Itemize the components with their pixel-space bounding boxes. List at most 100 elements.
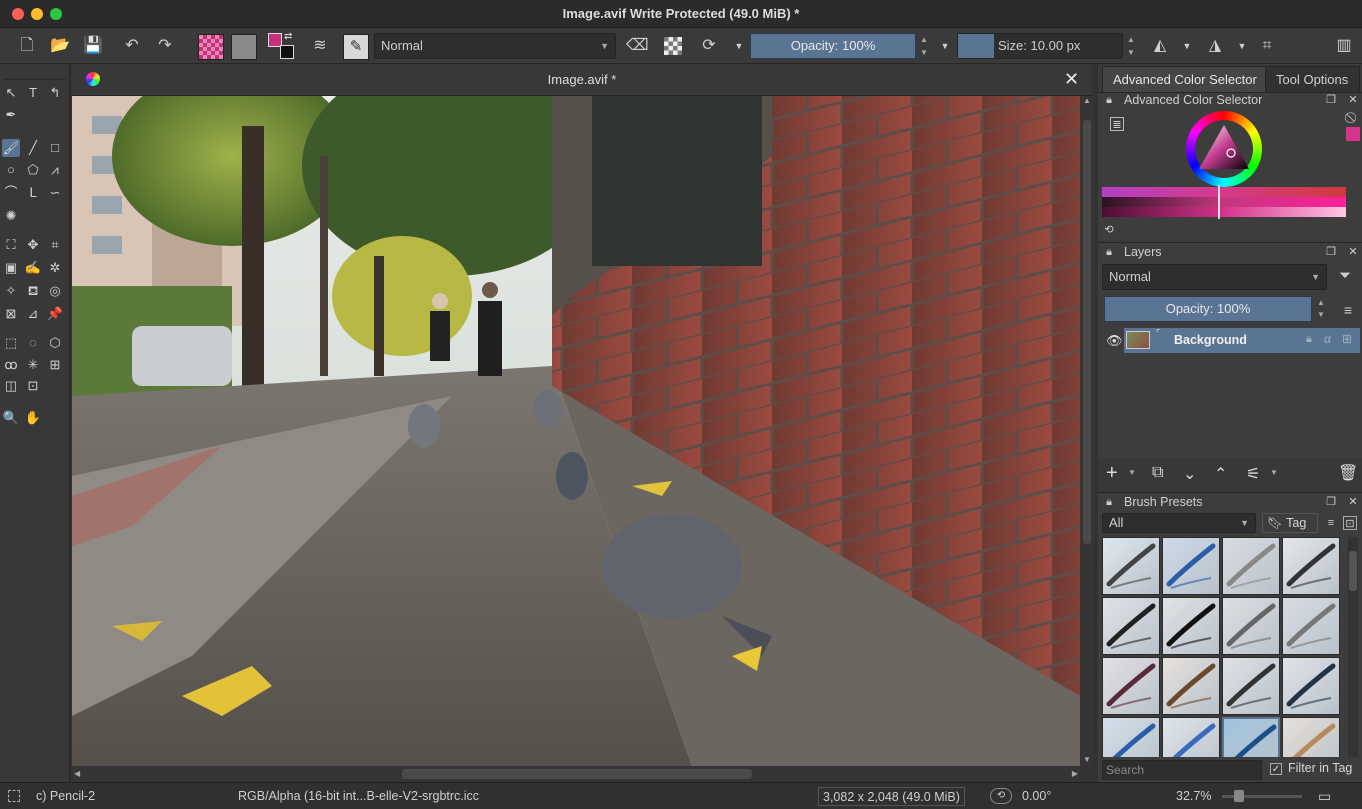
rotation-value[interactable]: 0.00° [1022, 783, 1051, 809]
line-tool-icon[interactable]: ╱ [24, 139, 42, 157]
brush-preset-tile[interactable] [1162, 717, 1220, 757]
move-layer-up-icon[interactable]: ⌃ [1214, 464, 1227, 484]
assistant-guides-icon[interactable]: ⊠ [2, 305, 20, 323]
horizontal-scrollbar[interactable]: ◀ ▶ [72, 766, 1080, 782]
zoom-value[interactable]: 32.7% [1176, 783, 1211, 809]
zoom-tool-icon[interactable]: 🔍 [2, 409, 20, 427]
image-canvas[interactable] [72, 96, 1080, 766]
brush-preset-tile[interactable] [1282, 537, 1340, 595]
brush-preset-tile[interactable] [1102, 717, 1160, 757]
size-up-icon[interactable]: ▲ [1125, 35, 1137, 44]
chevron-down-icon[interactable]: ▼ [1231, 35, 1253, 57]
fill-tool-icon[interactable]: ⛾ [24, 282, 42, 300]
vertical-scroll-thumb[interactable] [1083, 120, 1091, 544]
vertical-scrollbar[interactable]: ▲ ▼ [1080, 96, 1094, 766]
brush-preset-tile[interactable] [1222, 657, 1280, 715]
swap-colors-icon[interactable]: ⇄ [284, 31, 292, 42]
polygon-tool-icon[interactable]: ⬠ [24, 161, 42, 179]
scroll-right-icon[interactable]: ▶ [1072, 769, 1078, 778]
rect-select-icon[interactable]: ⬚ [2, 334, 20, 352]
hue-ring[interactable] [1186, 111, 1262, 187]
brush-preset-tile[interactable] [1102, 597, 1160, 655]
polyline-tool-icon[interactable]: ⩘ [46, 161, 64, 179]
brush-search-input[interactable]: Search [1102, 760, 1262, 780]
brush-preset-tile[interactable] [1282, 657, 1340, 715]
layer-options-icon[interactable]: ≡ [1341, 303, 1355, 317]
float-panel-icon[interactable]: ❐ [1324, 93, 1338, 107]
image-dimensions-label[interactable]: 3,082 x 2,048 (49.0 MiB) [818, 787, 965, 806]
brush-preset-tile[interactable] [1222, 717, 1280, 757]
value-slider-bar[interactable] [1102, 207, 1346, 217]
measure-tool-icon[interactable]: ⊿ [24, 305, 42, 323]
contiguous-select-icon[interactable]: ✳ [24, 356, 42, 374]
selection-status-icon[interactable] [8, 790, 20, 802]
chevron-down-icon[interactable]: ▼ [1270, 468, 1278, 477]
bezier-select-icon[interactable]: ◫ [2, 377, 20, 395]
scroll-left-icon[interactable]: ◀ [74, 769, 80, 778]
float-panel-icon[interactable]: ❐ [1324, 245, 1338, 259]
filter-in-tag-checkbox[interactable]: ✓ [1270, 763, 1282, 775]
fullscreen-icon[interactable]: ▭ [1318, 783, 1331, 809]
opacity-down-icon[interactable]: ▼ [918, 48, 930, 57]
open-folder-icon[interactable]: 📂 [49, 35, 71, 57]
polygon-select-icon[interactable]: ⬡ [46, 334, 64, 352]
text-tool-icon[interactable]: T [24, 84, 42, 102]
brush-settings-icon[interactable]: ≋ [309, 35, 331, 57]
preserve-alpha-icon[interactable] [664, 37, 682, 55]
color-selector-settings-icon[interactable]: ≣ [1110, 117, 1124, 131]
pattern-preset-button[interactable] [231, 34, 257, 60]
brush-preset-tile[interactable] [1102, 657, 1160, 715]
brush-preset-tile[interactable] [1282, 597, 1340, 655]
opacity-slider[interactable]: Opacity: 100% [750, 33, 916, 59]
multibrush-icon[interactable]: ✺ [2, 207, 20, 225]
document-tab-title[interactable]: Image.avif * [72, 72, 1092, 87]
move-tool-icon[interactable]: ✥ [24, 236, 42, 254]
assistant-tool-icon[interactable]: ✧ [2, 282, 20, 300]
layer-properties-icon[interactable]: ⚟ [1246, 464, 1260, 484]
brush-filter-dropdown[interactable]: All ▼ [1102, 513, 1256, 533]
dock-toggle-icon[interactable]: ▥ [1333, 35, 1355, 57]
brush-grid-scrollbar[interactable] [1348, 537, 1358, 757]
size-down-icon[interactable]: ▼ [1125, 48, 1137, 57]
gradient-tool-icon[interactable]: ▣ [2, 259, 20, 277]
select-shapes-icon[interactable]: ↖ [2, 84, 20, 102]
brush-list-view-icon[interactable]: ≡ [1324, 516, 1338, 530]
pan-tool-icon[interactable]: ✋ [24, 409, 42, 427]
brush-panel-settings-icon[interactable]: ⊡ [1343, 516, 1357, 530]
inherit-alpha-icon[interactable]: ⊞ [1342, 332, 1352, 346]
brush-preset-icon[interactable]: ✎ [343, 34, 369, 60]
close-panel-icon[interactable]: ✕ [1346, 245, 1360, 259]
eraser-mode-icon[interactable]: ⌫ [626, 35, 649, 57]
fg-bg-color-selector[interactable]: ⇄ [268, 31, 296, 61]
lock-icon[interactable]: 🔒︎ [1102, 245, 1116, 259]
visibility-eye-icon[interactable]: 👁︎ [1106, 333, 1123, 349]
color-profile-label[interactable]: RGB/Alpha (16-bit int...B-elle-V2-srgbtr… [238, 783, 479, 809]
freehand-select-icon[interactable]: ꝏ [2, 356, 20, 374]
move-layer-down-icon[interactable]: ⌄ [1183, 464, 1196, 484]
float-panel-icon[interactable]: ❐ [1324, 495, 1338, 509]
calligraphy-icon[interactable]: ✒ [2, 106, 20, 124]
no-color-icon[interactable]: ⃠ [1346, 111, 1360, 125]
layer-name[interactable]: Background [1174, 333, 1247, 347]
lock-icon[interactable]: 🔒︎ [1102, 93, 1116, 107]
bezier-curve-icon[interactable]: ⌒ [2, 184, 20, 202]
color-picker-icon[interactable]: ✍ [24, 259, 42, 277]
rotation-icon[interactable]: ⟲ [990, 788, 1012, 804]
mirror-horizontal-icon[interactable]: ◭ [1149, 35, 1171, 57]
ellipse-select-icon[interactable]: ◌ [24, 334, 42, 352]
brush-preset-tile[interactable] [1162, 657, 1220, 715]
layer-blend-mode-dropdown[interactable]: Normal ▼ [1102, 264, 1327, 290]
reference-images-icon[interactable]: 📌 [46, 305, 64, 323]
new-document-icon[interactable]: 🗋 [16, 35, 38, 57]
gradient-preset-button[interactable] [198, 34, 224, 60]
tab-advanced-color-selector[interactable]: Advanced Color Selector [1102, 66, 1268, 92]
layer-opacity-up-icon[interactable]: ▲ [1315, 298, 1327, 307]
transform-tool-icon[interactable]: ⛶ [2, 236, 20, 254]
tag-button[interactable]: 🔖︎ Tag [1262, 513, 1318, 533]
layer-row[interactable]: ⌜ Background 🔒︎ α ⊞ [1124, 328, 1360, 353]
brush-preset-tile[interactable] [1162, 597, 1220, 655]
ellipse-tool-icon[interactable]: ○ [2, 161, 20, 179]
blend-mode-dropdown[interactable]: Normal ▼ [374, 33, 616, 59]
scroll-up-icon[interactable]: ▲ [1083, 96, 1091, 105]
refresh-icon[interactable]: ⟲ [1102, 223, 1116, 237]
